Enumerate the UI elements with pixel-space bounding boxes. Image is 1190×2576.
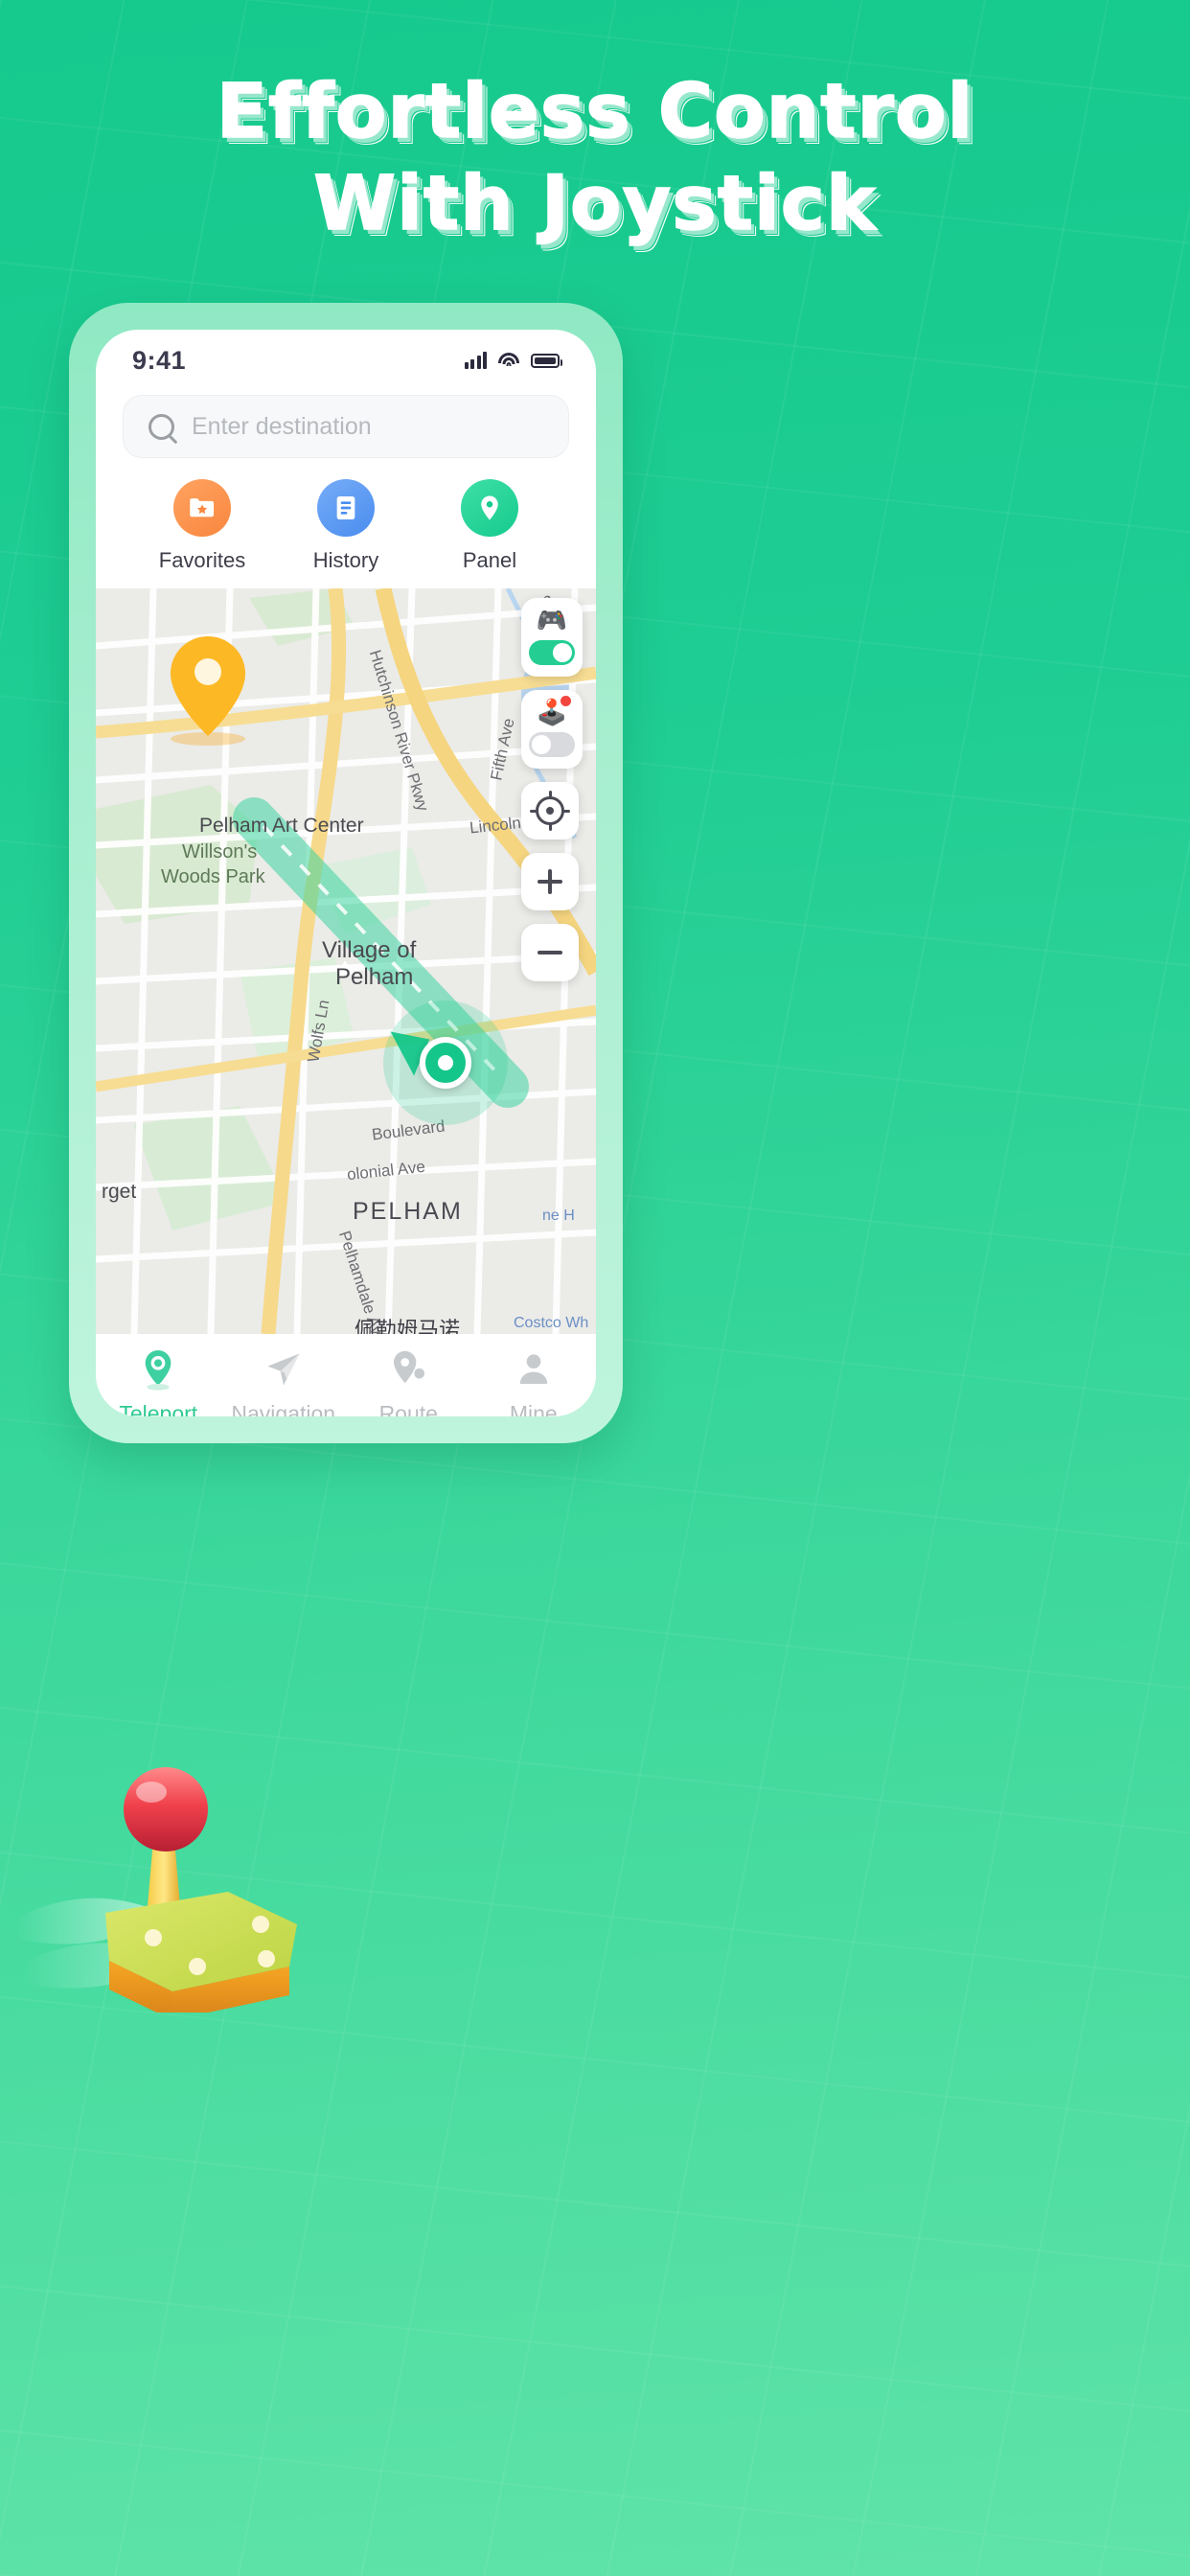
location-pin-icon	[461, 479, 518, 537]
joystick-illustration	[10, 1687, 355, 2020]
tab-label: Route	[378, 1401, 438, 1416]
zoom-in-button[interactable]	[521, 853, 579, 910]
quick-action-favorites[interactable]: Favorites	[130, 479, 274, 573]
quick-action-history[interactable]: History	[274, 479, 418, 573]
quick-action-label: Panel	[462, 548, 517, 572]
plus-icon	[538, 869, 562, 894]
notification-badge-icon	[561, 696, 571, 706]
bottom-navigation: Teleport Navigation Route Mine	[96, 1334, 596, 1416]
headline-line-2: With Joystick	[312, 160, 877, 248]
tab-mine[interactable]: Mine	[471, 1347, 597, 1416]
tab-label: Navigation	[231, 1401, 336, 1416]
status-time: 9:41	[132, 345, 187, 375]
person-icon	[515, 1347, 553, 1392]
headline-line-1: Effortless Control	[216, 68, 974, 156]
locate-me-button[interactable]	[521, 782, 579, 840]
quick-action-panel[interactable]: Panel	[418, 479, 561, 573]
joystick-toggle-card[interactable]: 🎮	[521, 598, 583, 677]
location-pin-icon	[139, 1347, 177, 1392]
tab-navigation[interactable]: Navigation	[221, 1347, 347, 1416]
map-controls: 🎮 🕹️	[521, 598, 583, 981]
navigation-puck-icon	[420, 1037, 471, 1089]
map-label-business: Costco Wh	[514, 1315, 589, 1331]
map-label-place: Village of	[322, 937, 417, 963]
quick-actions: Favorites History Panel	[96, 458, 596, 588]
mock-location-toggle[interactable]	[529, 732, 575, 757]
cellular-signal-icon	[464, 352, 487, 369]
mock-location-card[interactable]: 🕹️	[521, 690, 583, 769]
folder-star-icon	[173, 479, 231, 537]
map-label-park: Woods Park	[161, 866, 265, 887]
page-title: Effortless Control With Joystick	[0, 68, 1190, 248]
crosshair-icon	[530, 791, 570, 831]
orange-map-pin[interactable]	[171, 636, 245, 736]
map-label-poi: rget	[102, 1181, 137, 1203]
zoom-out-button[interactable]	[521, 924, 579, 981]
status-bar: 9:41	[96, 330, 596, 385]
search-icon	[149, 413, 174, 440]
quick-action-label: History	[312, 548, 379, 572]
paper-plane-icon	[264, 1347, 303, 1392]
document-lines-icon	[317, 479, 375, 537]
minus-icon	[538, 940, 562, 965]
battery-icon	[531, 353, 562, 368]
map-view[interactable]: Hutchinson River Pkwy Ave Fifth Ave Linc…	[96, 588, 596, 1334]
map-label-city: PELHAM	[353, 1198, 463, 1225]
tab-teleport[interactable]: Teleport	[96, 1347, 221, 1416]
tab-label: Mine	[509, 1401, 558, 1416]
map-label-park: Willson's	[182, 841, 258, 862]
route-pin-icon	[389, 1347, 427, 1392]
status-icons	[464, 352, 562, 369]
wifi-icon	[498, 352, 519, 369]
search-input[interactable]: Enter destination	[123, 395, 569, 458]
map-label-business: ne H	[542, 1208, 575, 1224]
tab-label: Teleport	[119, 1401, 198, 1416]
tab-route[interactable]: Route	[346, 1347, 471, 1416]
map-label-cn: 佩勒姆马诺	[355, 1318, 461, 1334]
map-label-place: Pelham	[335, 964, 414, 990]
map-label-poi: Pelham Art Center	[199, 815, 364, 837]
gamepad-icon: 🎮	[536, 606, 568, 634]
search-placeholder: Enter destination	[192, 412, 372, 440]
joystick-toggle[interactable]	[529, 640, 575, 665]
quick-action-label: Favorites	[158, 548, 246, 572]
phone-screen: 9:41 Enter destination Favorites History	[96, 330, 596, 1416]
